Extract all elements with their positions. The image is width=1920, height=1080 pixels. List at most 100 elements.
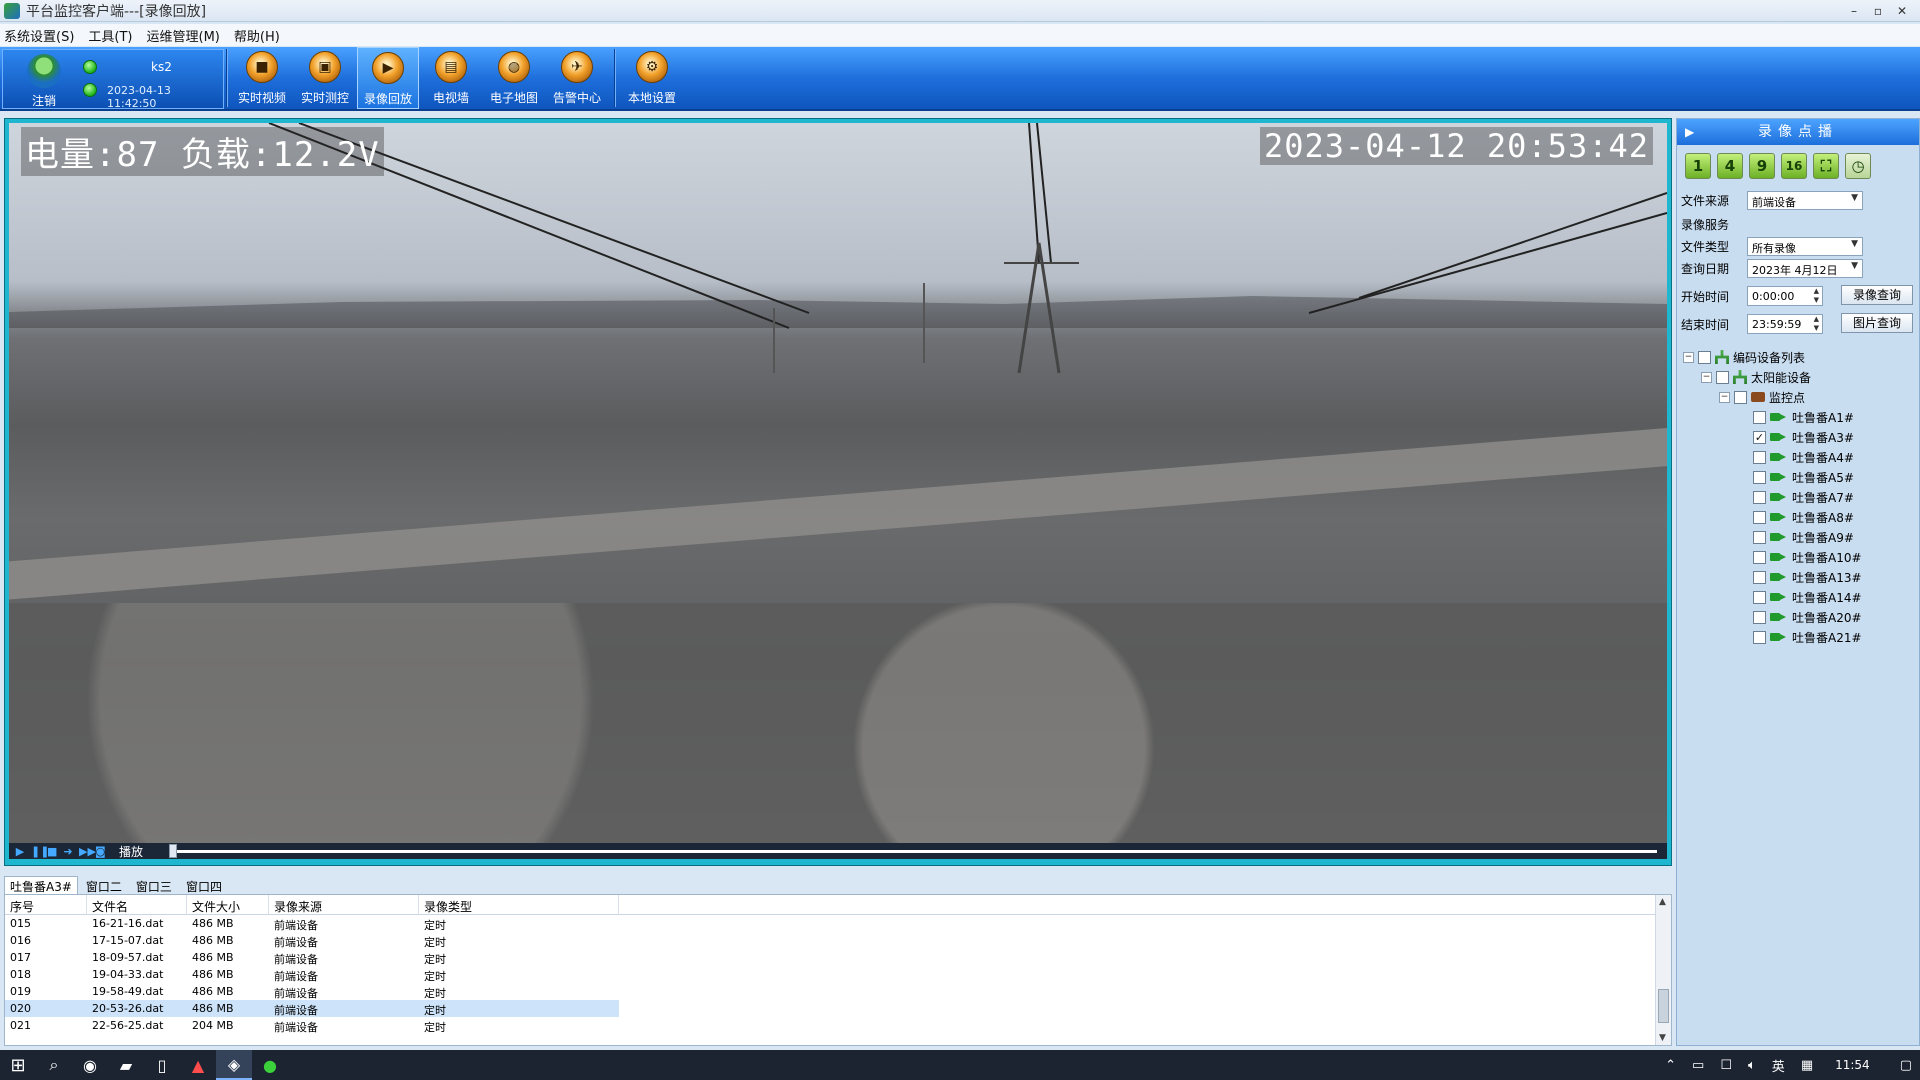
fast-forward-icon[interactable]: ▶▶ <box>79 845 96 858</box>
scroll-down-icon[interactable]: ▼ <box>1659 1033 1666 1043</box>
tree-node-camera[interactable]: 吐鲁番A9# <box>1681 527 1917 547</box>
tray-expand-icon[interactable]: ⌃ <box>1665 1058 1676 1073</box>
scroll-up-icon[interactable]: ▲ <box>1659 897 1666 907</box>
tree-checkbox[interactable] <box>1698 350 1711 364</box>
tree-node-camera[interactable]: 吐鲁番A14# <box>1681 587 1917 607</box>
collapse-arrow-icon[interactable]: ▶ <box>1685 119 1694 145</box>
video-window[interactable]: 电量:87 负载:12.2V 2023-04-12 20:53:42 ▶ ❚❚ … <box>4 118 1672 866</box>
list-scrollbar[interactable]: ▲ ▼ <box>1655 895 1671 1045</box>
chrome-icon[interactable]: ◉ <box>72 1050 108 1080</box>
camera-checkbox[interactable] <box>1753 570 1766 584</box>
tree-node-camera[interactable]: 吐鲁番A10# <box>1681 547 1917 567</box>
tree-node-camera[interactable]: 吐鲁番A4# <box>1681 447 1917 467</box>
start-time-input[interactable]: 0:00:00 ▲ ▼ <box>1747 286 1823 306</box>
ime-mode-icon[interactable]: ▦ <box>1801 1058 1813 1073</box>
column-header[interactable]: 序号 <box>5 895 87 914</box>
image-query-button[interactable]: 图片查询 <box>1841 313 1913 333</box>
menu-system-settings[interactable]: 系统设置(S) <box>4 26 74 45</box>
camera-checkbox[interactable]: ✓ <box>1753 430 1766 444</box>
toolbar-playback-button[interactable]: ▶ 录像回放 <box>357 47 419 109</box>
minimize-button[interactable]: – <box>1842 4 1866 18</box>
notification-icon[interactable]: ▢ <box>1900 1058 1912 1073</box>
pdf-icon[interactable]: ▲ <box>180 1050 216 1080</box>
notepad-icon[interactable]: ▯ <box>144 1050 180 1080</box>
network-icon[interactable]: ☐ <box>1720 1058 1732 1073</box>
volume-icon[interactable]: 🔈︎ <box>1748 1058 1756 1073</box>
tree-node-camera[interactable]: ✓ 吐鲁番A3# <box>1681 427 1917 447</box>
layout-16-button[interactable]: 16 <box>1781 153 1807 179</box>
wechat-icon[interactable]: ● <box>252 1050 288 1080</box>
tree-node-camera[interactable]: 吐鲁番A7# <box>1681 487 1917 507</box>
video-feed[interactable]: 电量:87 负载:12.2V 2023-04-12 20:53:42 <box>9 123 1667 843</box>
time-spinner-icon[interactable]: ▲ ▼ <box>1814 315 1819 333</box>
maximize-button[interactable]: ▫ <box>1866 4 1890 18</box>
clock-icon[interactable]: ◷ <box>1845 153 1871 179</box>
camera-checkbox[interactable] <box>1753 610 1766 624</box>
column-header[interactable]: 文件名 <box>87 895 187 914</box>
camera-checkbox[interactable] <box>1753 550 1766 564</box>
tab-window-4[interactable]: 窗口四 <box>180 876 228 894</box>
tree-node-camera[interactable]: 吐鲁番A5# <box>1681 467 1917 487</box>
taskbar-clock[interactable]: 11:54 <box>1835 1058 1870 1072</box>
play-icon[interactable]: ▶ <box>15 845 25 858</box>
tree-node-group[interactable]: − 太阳能设备 <box>1681 367 1917 387</box>
layout-4-button[interactable]: 4 <box>1717 153 1743 179</box>
layout-1-button[interactable]: 1 <box>1685 153 1711 179</box>
toolbar-emap-button[interactable]: ◍ 电子地图 <box>483 47 545 109</box>
slow-forward-icon[interactable]: ➜ <box>63 845 73 858</box>
collapse-icon[interactable]: − <box>1701 371 1712 383</box>
search-icon[interactable]: ⌕ <box>36 1050 72 1080</box>
pause-icon[interactable]: ❚❚ <box>31 845 49 858</box>
camera-checkbox[interactable] <box>1753 410 1766 424</box>
snapshot-camera-icon[interactable]: ◙ <box>95 845 106 858</box>
scrollbar-thumb[interactable] <box>1658 989 1669 1023</box>
menu-ops-management[interactable]: 运维管理(M) <box>147 26 220 45</box>
tree-node-camera[interactable]: 吐鲁番A21# <box>1681 627 1917 647</box>
tree-node-camera[interactable]: 吐鲁番A1# <box>1681 407 1917 427</box>
query-date-picker[interactable]: 2023年 4月12日 ▼ <box>1747 258 1863 278</box>
tree-checkbox[interactable] <box>1734 390 1747 404</box>
tree-node-camera[interactable]: 吐鲁番A8# <box>1681 507 1917 527</box>
toolbar-live-control-button[interactable]: ▣ 实时测控 <box>294 47 356 109</box>
toolbar-tv-wall-button[interactable]: ▤ 电视墙 <box>420 47 482 109</box>
table-row[interactable]: 019 19-58-49.dat 486 MB 前端设备 定时 <box>5 983 1671 1000</box>
table-row[interactable]: 018 19-04-33.dat 486 MB 前端设备 定时 <box>5 966 1671 983</box>
close-button[interactable]: ✕ <box>1890 4 1914 18</box>
table-row[interactable]: 015 16-21-16.dat 486 MB 前端设备 定时 <box>5 915 1671 932</box>
time-spinner-icon[interactable]: ▲ ▼ <box>1814 287 1819 305</box>
column-header[interactable]: 文件大小 <box>187 895 269 914</box>
windows-start-icon[interactable]: ⊞ <box>0 1050 36 1080</box>
logout-button[interactable]: 注销 <box>15 52 73 109</box>
camera-checkbox[interactable] <box>1753 470 1766 484</box>
menu-help[interactable]: 帮助(H) <box>234 26 280 45</box>
playback-progress-track[interactable] <box>169 850 1657 853</box>
tree-node-root[interactable]: − 编码设备列表 <box>1681 347 1917 367</box>
camera-checkbox[interactable] <box>1753 630 1766 644</box>
ime-indicator[interactable]: 英 <box>1772 1056 1785 1075</box>
table-row[interactable]: 016 17-15-07.dat 486 MB 前端设备 定时 <box>5 932 1671 949</box>
file-type-select[interactable]: 所有录像 ▼ <box>1747 236 1863 256</box>
table-row[interactable]: 017 18-09-57.dat 486 MB 前端设备 定时 <box>5 949 1671 966</box>
tree-node-camera[interactable]: 吐鲁番A20# <box>1681 607 1917 627</box>
playback-progress-thumb[interactable] <box>169 844 177 858</box>
file-source-select[interactable]: 前端设备 ▼ <box>1747 190 1863 210</box>
tree-node-camera[interactable]: 吐鲁番A13# <box>1681 567 1917 587</box>
end-time-input[interactable]: 23:59:59 ▲ ▼ <box>1747 314 1823 334</box>
tree-node-monitor[interactable]: − 监控点 <box>1681 387 1917 407</box>
monitor-client-icon[interactable]: ◈ <box>216 1050 252 1080</box>
collapse-icon[interactable]: − <box>1719 391 1730 403</box>
record-query-button[interactable]: 录像查询 <box>1841 285 1913 305</box>
tree-checkbox[interactable] <box>1716 370 1729 384</box>
column-header[interactable]: 录像类型 <box>419 895 619 914</box>
tab-window-1[interactable]: 吐鲁番A3# <box>4 876 78 894</box>
table-row[interactable]: 020 20-53-26.dat 486 MB 前端设备 定时 <box>5 1000 1671 1017</box>
camera-checkbox[interactable] <box>1753 510 1766 524</box>
table-row[interactable]: 021 22-56-25.dat 204 MB 前端设备 定时 <box>5 1017 1671 1034</box>
camera-checkbox[interactable] <box>1753 590 1766 604</box>
column-header[interactable]: 录像来源 <box>269 895 419 914</box>
fullscreen-icon[interactable]: ⛶ <box>1813 153 1839 179</box>
tray-app-icon[interactable]: ▭ <box>1692 1058 1704 1073</box>
menu-tools[interactable]: 工具(T) <box>88 26 132 45</box>
toolbar-live-video-button[interactable]: ■ 实时视频 <box>231 47 293 109</box>
file-explorer-icon[interactable]: ▰ <box>108 1050 144 1080</box>
